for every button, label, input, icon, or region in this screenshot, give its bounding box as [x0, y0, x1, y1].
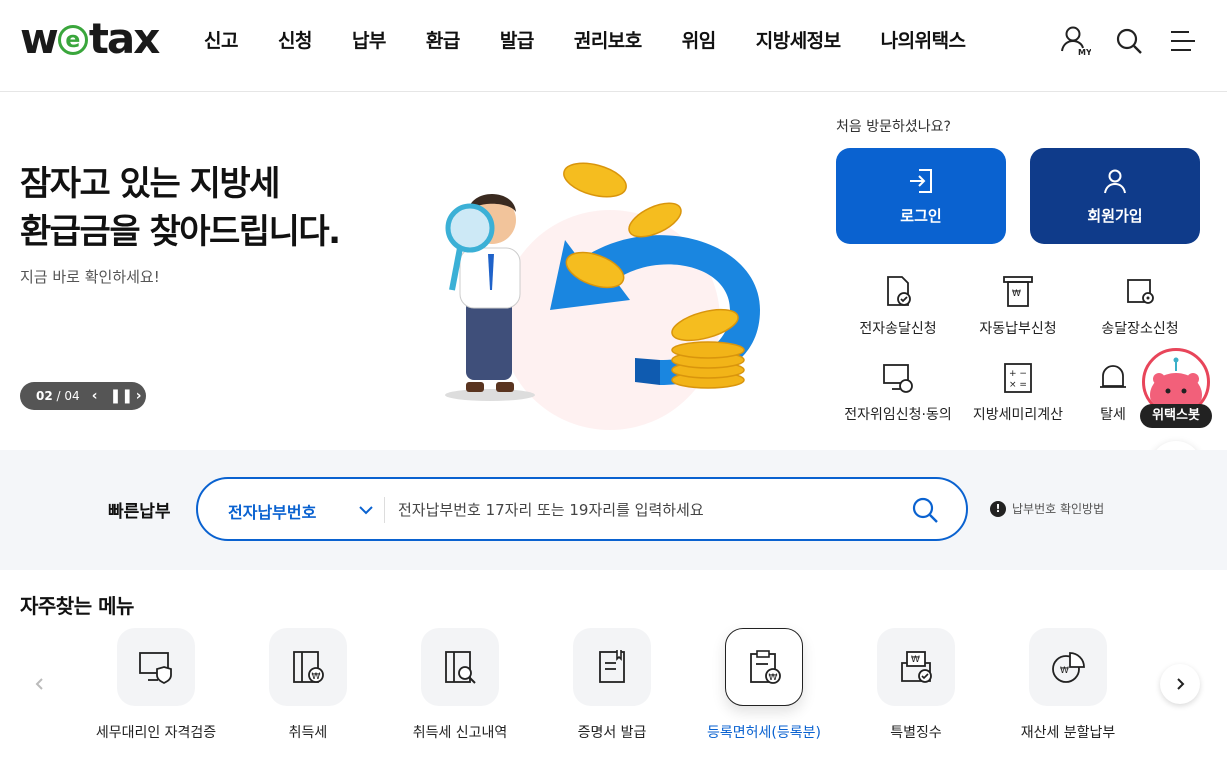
- search-icon[interactable]: [910, 495, 940, 525]
- hero-subtitle: 지금 바로 확인하세요!: [20, 268, 160, 286]
- nav-delegation[interactable]: 위임: [662, 26, 736, 56]
- next-menu-button[interactable]: [1160, 664, 1200, 704]
- acquisition-tax-icon: ₩: [293, 651, 324, 683]
- quick-pay-label: 빠른납부: [108, 502, 171, 522]
- search-icon[interactable]: [1113, 24, 1145, 58]
- quick-auto-pay[interactable]: ₩ 자동납부신청: [956, 274, 1080, 338]
- svg-text:₩: ₩: [769, 673, 778, 683]
- location-doc-icon: [1127, 279, 1154, 304]
- nav-apply[interactable]: 신청: [258, 26, 332, 56]
- hero-illustration: [430, 150, 790, 440]
- menu-icon[interactable]: [1167, 24, 1199, 58]
- svg-text:MY: MY: [1078, 48, 1091, 57]
- pay-type-select[interactable]: 전자납부번호: [228, 499, 316, 523]
- quick-tax-evasion[interactable]: 탈세: [1078, 360, 1148, 424]
- nav-my-wetax[interactable]: 나의위택스: [861, 26, 986, 56]
- monitor-lock-icon: [883, 364, 913, 393]
- chatbot-button[interactable]: 위택스봇: [1140, 348, 1212, 430]
- pay-number-help-link[interactable]: ! 납부번호 확인방법: [990, 500, 1104, 517]
- menu-property-installment[interactable]: ₩ 재산세 분할납부: [993, 628, 1143, 742]
- main-nav: 신고 신청 납부 환급 발급 권리보호 위임 지방세정보 나의위택스: [184, 26, 986, 56]
- chevron-left-icon: [35, 678, 43, 690]
- calculator-icon: + −× =: [1004, 363, 1032, 393]
- svg-text:₩: ₩: [1060, 666, 1069, 676]
- pager-current: 02: [36, 389, 53, 403]
- svg-text:₩: ₩: [1012, 289, 1021, 299]
- quick-tax-calc[interactable]: + − × = 지방세미리계산: [956, 360, 1080, 424]
- slide-pager: 02 / 04 ‹ ❚❚ ›: [20, 382, 146, 410]
- menu-tax-agent-verify[interactable]: 세무대리인 자격검증: [81, 628, 231, 742]
- menu-certificate-issue[interactable]: 증명서 발급: [537, 628, 687, 742]
- pay-number-input[interactable]: [398, 493, 878, 527]
- pie-chart-icon: ₩: [1052, 652, 1085, 683]
- login-icon: [910, 168, 932, 193]
- svg-text:₩: ₩: [312, 672, 321, 682]
- user-add-icon: [1104, 169, 1126, 193]
- menu-special-collection[interactable]: ₩ 특별징수: [841, 628, 991, 742]
- svg-text:× =: × =: [1009, 380, 1027, 390]
- quick-delivery-place[interactable]: 송달장소신청: [1078, 274, 1202, 338]
- next-slide-icon[interactable]: ›: [132, 388, 146, 404]
- nav-refund[interactable]: 환급: [406, 26, 480, 56]
- nav-rights[interactable]: 권리보호: [554, 26, 662, 56]
- chevron-down-icon[interactable]: [356, 500, 376, 520]
- site-header: w e tax 신고 신청 납부 환급 발급 권리보호 위임 지방세정보 나의위택스…: [0, 0, 1227, 92]
- pager-total: / 04: [56, 389, 80, 403]
- certificate-icon: [599, 650, 625, 683]
- document-check-icon: [887, 276, 911, 306]
- auto-pay-icon: ₩: [1003, 276, 1033, 307]
- login-button[interactable]: 로그인: [836, 148, 1006, 244]
- menu-acquisition-history[interactable]: 취득세 신고내역: [385, 628, 535, 742]
- registration-tax-icon: ₩: [750, 650, 781, 684]
- special-collection-icon: ₩: [901, 651, 932, 683]
- info-icon: !: [990, 500, 1006, 517]
- acquisition-search-icon: [445, 651, 476, 684]
- hero-title: 잠자고 있는 지방세 환급금을 찾아드립니다.: [20, 164, 341, 252]
- frequent-menu-title: 자주찾는 메뉴: [20, 594, 134, 618]
- chevron-right-icon: [1177, 678, 1185, 690]
- my-user-icon[interactable]: MY: [1059, 24, 1092, 58]
- signup-button[interactable]: 회원가입: [1030, 148, 1200, 244]
- first-visit-text: 처음 방문하셨나요?: [836, 119, 951, 135]
- quick-e-delivery[interactable]: 전자송달신청: [836, 274, 960, 338]
- wetax-logo[interactable]: w e tax: [20, 14, 160, 63]
- nav-local-tax-info[interactable]: 지방세정보: [736, 26, 861, 56]
- nav-report[interactable]: 신고: [184, 26, 258, 56]
- nav-issue[interactable]: 발급: [480, 26, 554, 56]
- quick-pay-box: 전자납부번호: [196, 477, 968, 541]
- nav-payment[interactable]: 납부: [332, 26, 406, 56]
- bell-icon: [1100, 365, 1126, 388]
- prev-slide-icon[interactable]: ‹: [88, 388, 102, 404]
- menu-registration-tax[interactable]: ₩ 등록면허세(등록분): [689, 628, 839, 742]
- pause-icon[interactable]: ❚❚: [110, 388, 133, 404]
- prev-menu-button[interactable]: [20, 664, 60, 704]
- svg-text:+ −: + −: [1009, 369, 1027, 379]
- menu-acquisition-tax[interactable]: ₩ 취득세: [233, 628, 383, 742]
- svg-text:₩: ₩: [911, 655, 920, 665]
- monitor-shield-icon: [139, 652, 172, 685]
- quick-e-delegation[interactable]: 전자위임신청·동의: [836, 360, 960, 424]
